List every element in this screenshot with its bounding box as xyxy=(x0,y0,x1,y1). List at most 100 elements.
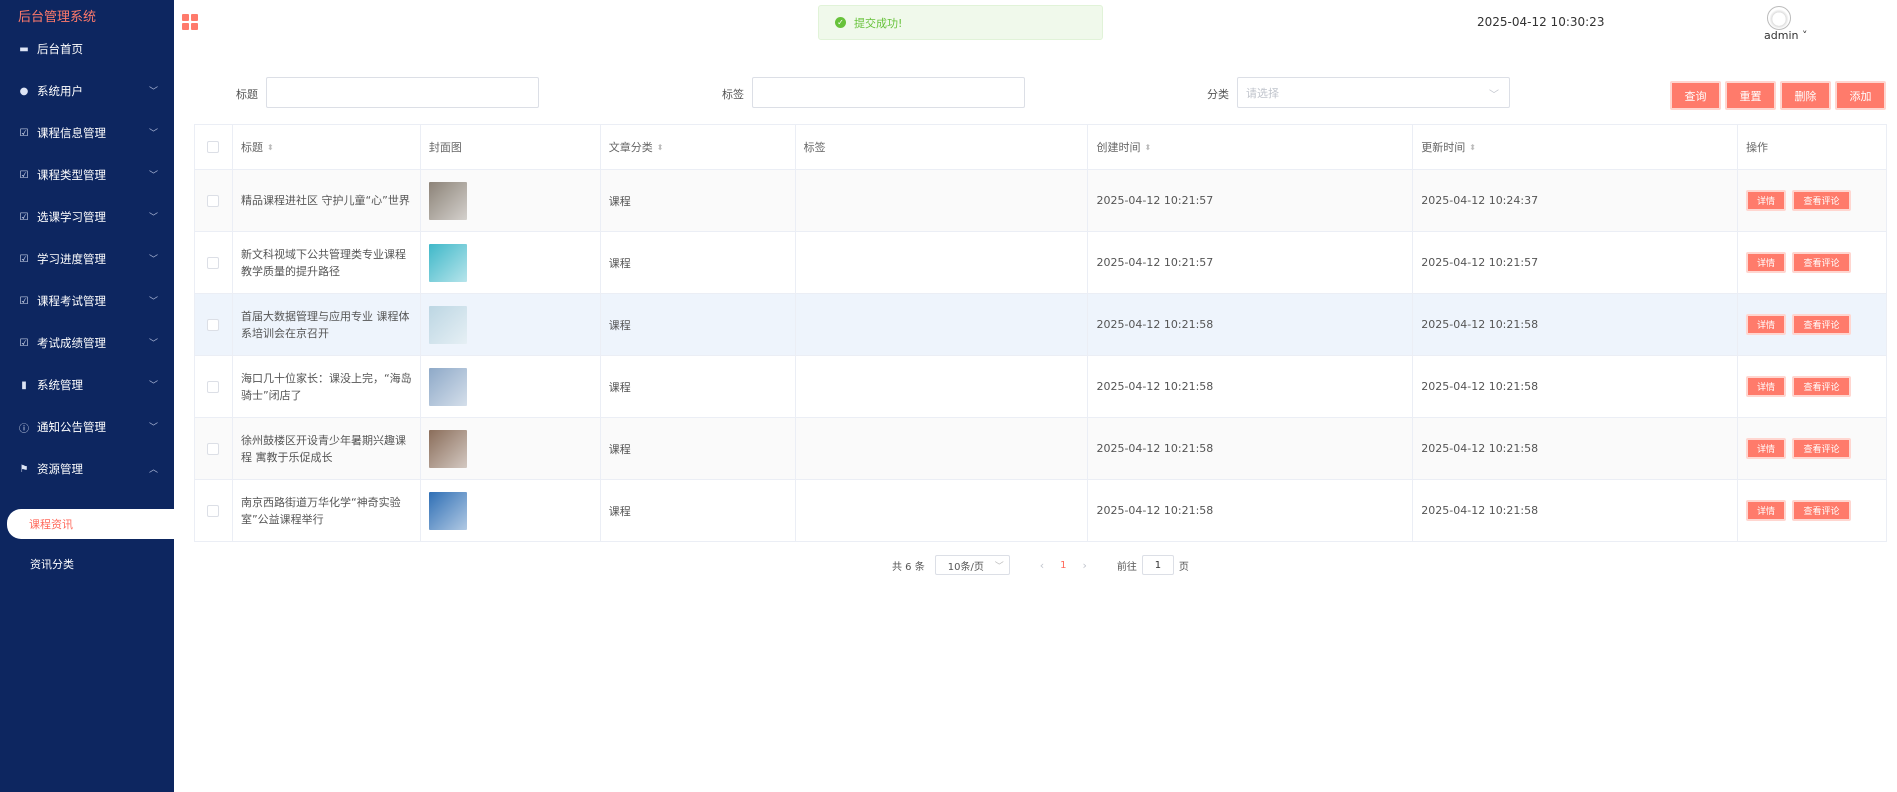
header-cell-updated[interactable]: 更新时间 ⬍ xyxy=(1413,125,1739,169)
row-checkbox[interactable] xyxy=(207,194,220,207)
cover-cell xyxy=(421,480,601,541)
updated-cell: 2025-04-12 10:21:58 xyxy=(1413,480,1739,541)
chevron-down-icon: ˅ xyxy=(1798,29,1808,42)
header-cell-tag: 标签 xyxy=(796,125,1089,169)
view-comments-button[interactable]: 查看评论 xyxy=(1792,252,1852,273)
prev-page-icon[interactable]: ‹ xyxy=(1040,559,1044,572)
sidebar-item[interactable]: ☑ 课程考试管理 ﹀ xyxy=(0,280,174,322)
updated-cell: 2025-04-12 10:21:58 xyxy=(1413,356,1739,417)
page-number[interactable]: 1 xyxy=(1060,560,1066,571)
sort-icon[interactable]: ⬍ xyxy=(267,143,274,152)
top-bar: ✓ 提交成功! 2025-04-12 10:30:23 admin ˅ xyxy=(174,0,1897,44)
cover-image[interactable] xyxy=(428,429,467,468)
sidebar-item[interactable]: ▮ 系统管理 ﹀ xyxy=(0,364,174,406)
sidebar-item[interactable]: ☑ 选课学习管理 ﹀ xyxy=(0,196,174,238)
detail-button[interactable]: 详情 xyxy=(1746,438,1787,459)
sidebar-item[interactable]: ☑ 考试成绩管理 ﹀ xyxy=(0,322,174,364)
table-row[interactable]: 海口几十位家长：课没上完，“海岛骑士”闭店了 课程 2025-04-12 10:21… xyxy=(195,356,1887,418)
table-row[interactable]: 南京西路街道万华化学“神奇实验室”公益课程举行 课程 2025-04-12 10:2… xyxy=(195,480,1887,542)
chevron-down-icon: ﹀ xyxy=(148,339,158,349)
chevron-down-icon: ﹀ xyxy=(148,129,158,139)
created-cell: 2025-04-12 10:21:57 xyxy=(1088,170,1414,231)
row-updated: 2025-04-12 10:21:58 xyxy=(1421,318,1539,331)
row-created: 2025-04-12 10:21:57 xyxy=(1096,256,1214,269)
detail-button[interactable]: 详情 xyxy=(1746,252,1787,273)
row-checkbox[interactable] xyxy=(207,380,220,393)
detail-button[interactable]: 详情 xyxy=(1746,314,1787,335)
view-comments-button[interactable]: 查看评论 xyxy=(1792,500,1852,521)
sidebar-item[interactable]: ☑ 学习进度管理 ﹀ xyxy=(0,238,174,280)
row-select-cell xyxy=(195,356,233,417)
sidebar-item-label: 后台首页 xyxy=(37,42,83,56)
sort-icon[interactable]: ⬍ xyxy=(1469,143,1476,152)
sidebar-item[interactable]: ▬ 后台首页 xyxy=(0,28,174,70)
tag-cell xyxy=(796,294,1089,355)
row-category: 课程 xyxy=(608,256,631,270)
view-comments-button[interactable]: 查看评论 xyxy=(1792,438,1852,459)
sidebar-item[interactable]: ☑ 课程信息管理 ﹀ xyxy=(0,112,174,154)
row-checkbox[interactable] xyxy=(207,442,220,455)
delete-button[interactable]: 删除 xyxy=(1780,81,1831,110)
row-checkbox[interactable] xyxy=(207,504,220,517)
detail-button[interactable]: 详情 xyxy=(1746,500,1787,521)
cover-image[interactable] xyxy=(428,181,467,220)
view-comments-button[interactable]: 查看评论 xyxy=(1792,314,1852,335)
menu-grid-icon[interactable] xyxy=(182,14,198,30)
category-filter-select[interactable]: 请选择 ﹀ xyxy=(1237,77,1510,108)
sort-icon[interactable]: ⬍ xyxy=(1144,143,1151,152)
reset-button[interactable]: 重置 xyxy=(1725,81,1776,110)
category-cell: 课程 xyxy=(601,170,796,231)
row-checkbox[interactable] xyxy=(207,318,220,331)
row-checkbox[interactable] xyxy=(207,256,220,269)
row-category: 课程 xyxy=(608,504,631,518)
sidebar-item[interactable]: ⚑ 资源管理 ︿ xyxy=(0,448,174,490)
table-row[interactable]: 徐州鼓楼区开设青少年暑期兴趣课程 寓教于乐促成长 课程 2025-04-12 10:… xyxy=(195,418,1887,480)
flag-icon: ⚑ xyxy=(19,463,29,475)
cover-image[interactable] xyxy=(428,367,467,406)
avatar[interactable] xyxy=(1767,6,1791,30)
header-cell-category[interactable]: 文章分类 ⬍ xyxy=(601,125,796,169)
tag-filter-input[interactable] xyxy=(752,77,1025,108)
monitor-icon: ▬ xyxy=(19,43,29,55)
app-brand: 后台管理系统 xyxy=(18,10,97,25)
submenu-item[interactable]: 资讯分类 xyxy=(0,549,174,579)
table-row[interactable]: 精品课程进社区 守护儿童“心”世界 课程 2025-04-12 10:21:57 20… xyxy=(195,170,1887,232)
chevron-down-icon: ﹀ xyxy=(148,171,158,181)
sidebar-item[interactable]: ⓘ 通知公告管理 ﹀ xyxy=(0,406,174,448)
cover-image[interactable] xyxy=(428,491,467,530)
user-dropdown[interactable]: admin ˅ xyxy=(1764,29,1807,42)
title-cell: 首届大数据管理与应用专业 课程体系培训会在京召开 xyxy=(233,294,421,355)
table-row[interactable]: 新文科视域下公共管理类专业课程教学质量的提升路径 课程 2025-04-12 10:… xyxy=(195,232,1887,294)
sidebar-item[interactable]: ● 系统用户 ﹀ xyxy=(0,70,174,112)
actions-cell: 详情 查看评论 xyxy=(1738,294,1887,355)
table-row[interactable]: 首届大数据管理与应用专业 课程体系培训会在京召开 课程 2025-04-12 10:… xyxy=(195,294,1887,356)
submenu-item[interactable]: 课程资讯 xyxy=(7,509,174,539)
add-button[interactable]: 添加 xyxy=(1835,81,1886,110)
select-all-checkbox[interactable] xyxy=(207,141,220,153)
updated-cell: 2025-04-12 10:21:57 xyxy=(1413,232,1739,293)
header-cell-created[interactable]: 创建时间 ⬍ xyxy=(1088,125,1414,169)
chevron-up-icon: ︿ xyxy=(148,465,158,475)
row-select-cell xyxy=(195,232,233,293)
created-cell: 2025-04-12 10:21:58 xyxy=(1088,356,1414,417)
query-button[interactable]: 查询 xyxy=(1670,81,1721,110)
info-icon: ⓘ xyxy=(19,423,29,435)
title-filter-input[interactable] xyxy=(266,77,539,108)
cover-image[interactable] xyxy=(428,305,467,344)
cover-image[interactable] xyxy=(428,243,467,282)
header-cell-actions: 操作 xyxy=(1738,125,1887,169)
detail-button[interactable]: 详情 xyxy=(1746,190,1787,211)
goto-page-input[interactable]: 1 xyxy=(1141,555,1174,575)
view-comments-button[interactable]: 查看评论 xyxy=(1792,376,1852,397)
detail-button[interactable]: 详情 xyxy=(1746,376,1787,397)
chevron-down-icon: ﹀ xyxy=(148,381,158,391)
page-size-select[interactable]: 10条/页 ﹀ xyxy=(934,555,1010,575)
header-cell-title[interactable]: 标题 ⬍ xyxy=(233,125,421,169)
tag-cell xyxy=(796,356,1089,417)
next-page-icon[interactable]: › xyxy=(1083,559,1087,572)
sidebar-item[interactable]: ☑ 课程类型管理 ﹀ xyxy=(0,154,174,196)
sort-icon[interactable]: ⬍ xyxy=(657,143,664,152)
success-toast: ✓ 提交成功! xyxy=(818,5,1103,40)
sidebar-item-label: 选课学习管理 xyxy=(37,210,106,224)
view-comments-button[interactable]: 查看评论 xyxy=(1792,190,1852,211)
